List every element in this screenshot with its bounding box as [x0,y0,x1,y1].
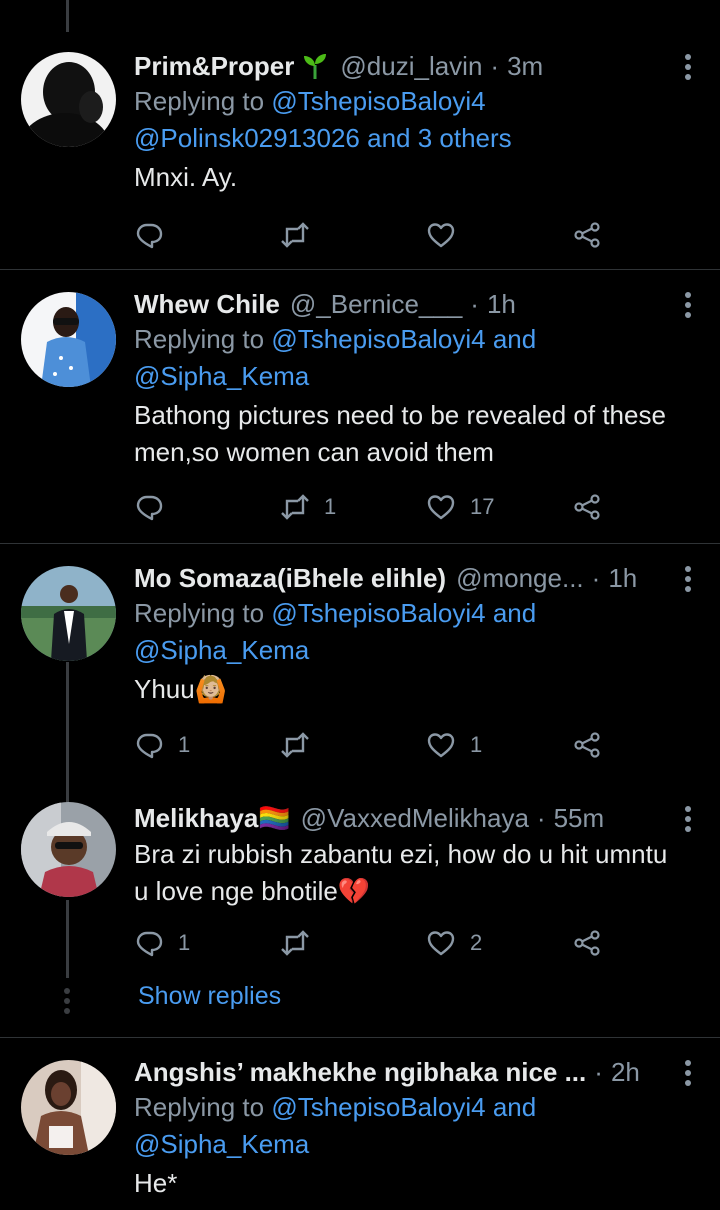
user-handle[interactable]: @_Bernice___ [290,288,462,320]
timestamp[interactable]: 1h [487,288,516,320]
mention-link[interactable]: @TshepisoBaloyi4 [271,324,485,354]
share-icon [574,494,600,520]
timestamp[interactable]: 1h [608,562,637,594]
avatar[interactable] [21,802,116,897]
separator: · [470,289,479,319]
retweet-icon [281,222,309,248]
tweet-text: He* [134,1168,178,1198]
like-count: 17 [470,494,495,519]
user-handle[interactable]: @VaxxedMelikhaya [301,802,529,834]
display-name[interactable]: Melikhaya🏳️‍🌈 [134,802,291,834]
like-button[interactable]: 17 [426,492,494,522]
share-icon [574,732,600,758]
reply-icon [136,931,163,957]
retweet-button[interactable] [280,220,324,250]
separator: · [490,51,500,81]
share-icon [574,930,600,956]
mention-link[interactable]: @Sipha_Kema [134,635,309,665]
reply-button[interactable]: 1 [134,730,190,760]
replying-and: and [485,598,537,628]
retweet-icon [281,732,309,758]
replying-prefix: Replying to [134,598,272,628]
show-replies-link[interactable]: Show replies [138,982,281,1011]
like-count: 2 [470,930,483,955]
share-button[interactable] [572,220,602,250]
retweet-button[interactable]: 1 [280,492,336,522]
seedling-icon [300,51,330,81]
tweet-3[interactable]: Mo Somaza(iBhele elihle) @monge... · 1h … [0,544,720,784]
mention-link[interactable]: @TshepisoBaloyi4 [271,1092,485,1122]
replying-to: Replying to @TshepisoBaloyi4 and @Sipha_… [134,321,670,395]
mention-link[interactable]: @Sipha_Kema [134,361,309,391]
tweet-4[interactable]: Melikhaya🏳️‍🌈 @VaxxedMelikhaya · 55m Bra… [0,784,720,1038]
reply-icon [136,495,163,521]
timestamp[interactable]: 3m [507,50,543,82]
replying-prefix: Replying to [134,86,272,116]
more-icon[interactable] [684,566,692,592]
mention-link[interactable]: @TshepisoBaloyi4 [271,598,485,628]
more-icon[interactable] [684,54,692,80]
reply-icon [136,733,163,759]
separator: · [594,1057,603,1087]
display-name[interactable]: Whew Chile [134,288,280,320]
separator: · [591,563,601,593]
reply-count: 1 [178,930,191,955]
heart-icon [427,931,455,956]
replying-prefix: Replying to [134,324,272,354]
user-handle[interactable]: @duzi_lavin [340,50,482,82]
retweet-count: 1 [324,494,337,519]
replying-and: and [485,1092,537,1122]
reply-button[interactable] [134,220,178,250]
tweet-text: Bathong pictures need to be revealed of … [134,400,666,467]
replying-and: and [485,324,537,354]
replying-to: Replying to @TshepisoBaloyi4 @Polinsk029… [134,83,670,157]
separator: · [536,803,546,833]
retweet-icon [281,494,309,520]
like-button[interactable] [426,220,470,250]
heart-icon [427,223,455,248]
tweet-1[interactable]: Prim&Proper @duzi_lavin · 3m Replying to… [0,0,720,270]
avatar[interactable] [21,52,116,147]
heart-icon [427,495,455,520]
reply-count: 1 [178,732,191,757]
heart-icon [427,733,455,758]
replying-to: Replying to @TshepisoBaloyi4 and @Sipha_… [134,595,670,669]
like-count: 1 [470,732,483,757]
share-button[interactable] [572,730,602,760]
reply-button[interactable] [134,492,178,522]
retweet-icon [281,930,309,956]
timestamp[interactable]: 2h [611,1056,640,1088]
avatar[interactable] [21,566,116,661]
retweet-button[interactable] [280,730,324,760]
display-name[interactable]: Prim&Proper [134,50,294,82]
share-button[interactable] [572,492,602,522]
user-handle[interactable]: @monge... [456,562,584,594]
replying-prefix: Replying to [134,1092,272,1122]
replying-to: Replying to @TshepisoBaloyi4 and @Sipha_… [134,1089,670,1163]
share-button[interactable] [572,928,602,958]
more-icon[interactable] [684,806,692,832]
like-button[interactable]: 2 [426,928,482,958]
avatar[interactable] [21,1060,116,1155]
mention-link[interactable]: @Sipha_Kema [134,1129,309,1159]
tweet-2[interactable]: Whew Chile @_Bernice___ · 1h Replying to… [0,270,720,544]
display-name[interactable]: Angshis’ makhekhe ngibhaka nice ... [134,1056,586,1088]
tweet-5[interactable]: Angshis’ makhekhe ngibhaka nice ... · 2h… [0,1038,720,1210]
tweet-text: Mnxi. Ay. [134,162,238,192]
avatar[interactable] [21,292,116,387]
more-icon[interactable] [684,1060,692,1086]
timestamp[interactable]: 55m [554,802,605,834]
like-button[interactable]: 1 [426,730,482,760]
tweet-text: Bra zi rubbish zabantu ezi, how do u hit… [134,839,668,906]
reply-icon [136,223,163,249]
more-icon[interactable] [684,292,692,318]
retweet-button[interactable] [280,928,324,958]
share-icon [574,222,600,248]
reply-button[interactable]: 1 [134,928,190,958]
display-name[interactable]: Mo Somaza(iBhele elihle) [134,562,446,594]
tweet-text: Yhuu🙆🏼 [134,674,228,704]
